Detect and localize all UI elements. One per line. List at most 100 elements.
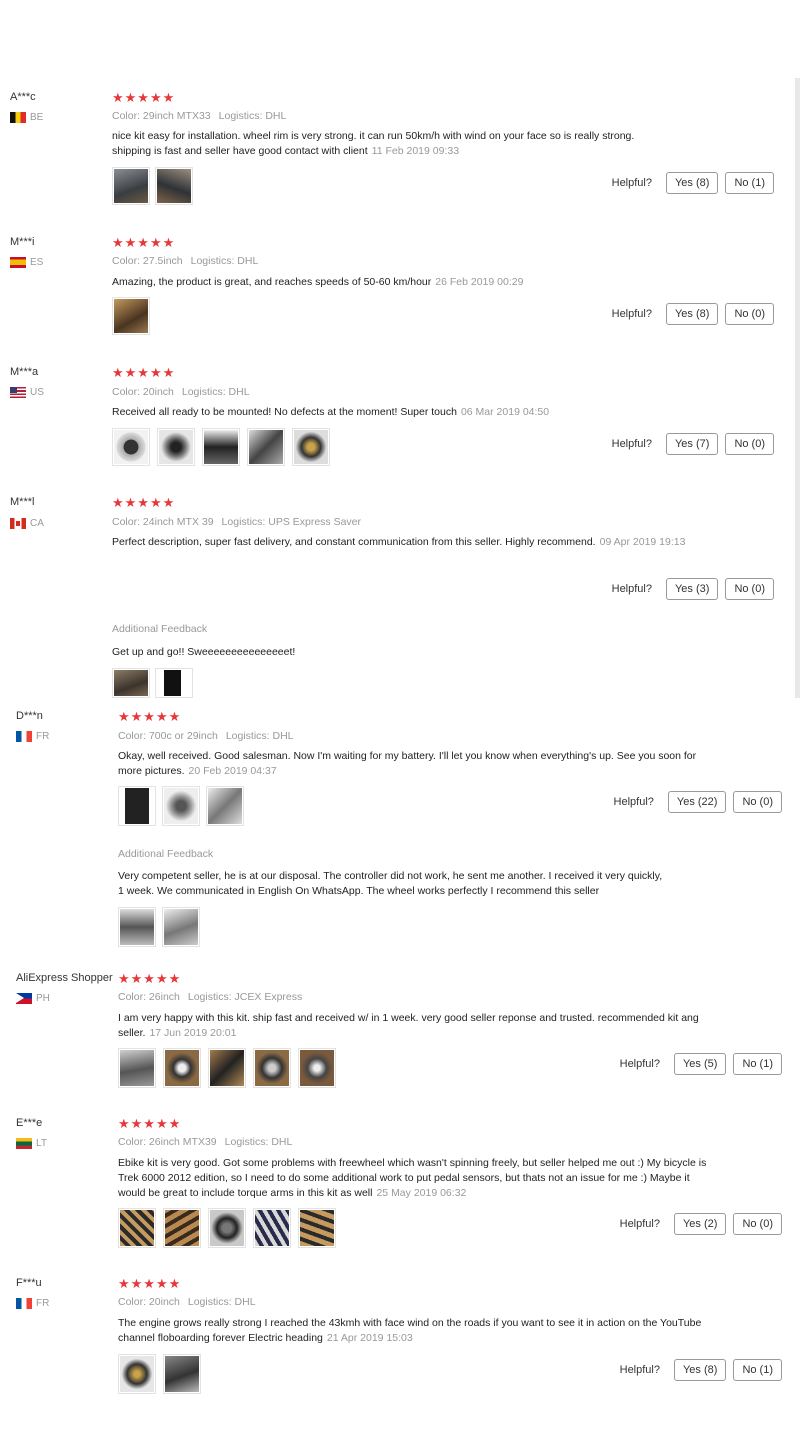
review-body: Amazing, the product is great, and reach… — [112, 276, 432, 288]
flag-us-icon — [10, 387, 26, 398]
color-variant: Color: 26inch — [118, 991, 180, 1003]
helpful-label: Helpful? — [611, 583, 652, 595]
reviewer-name: E***e — [16, 1117, 43, 1129]
review-photo[interactable] — [118, 1208, 156, 1248]
vote-no-button[interactable]: No (1) — [733, 1053, 782, 1075]
helpful-vote: Helpful? Yes (5) No (1) — [620, 1053, 782, 1075]
review-text: Okay, well received. Good salesman. Now … — [118, 749, 713, 779]
review-photo[interactable] — [292, 428, 330, 466]
review-photo[interactable] — [253, 1048, 291, 1088]
vote-yes-button[interactable]: Yes (2) — [673, 1213, 727, 1235]
country-code: CA — [30, 518, 44, 529]
country-code: ES — [30, 257, 44, 268]
reviewer-country: ES — [10, 257, 43, 268]
review-date: 11 Feb 2019 09:33 — [371, 145, 460, 157]
review-meta: Color: 27.5inch Logistics: DHL — [112, 255, 258, 267]
review-meta: Color: 700c or 29inch Logistics: DHL — [118, 730, 294, 742]
review-photo[interactable] — [208, 1048, 246, 1088]
additional-feedback-text: Get up and go!! Sweeeeeeeeeeeeeeet! — [112, 646, 296, 658]
color-variant: Color: 20inch — [112, 386, 174, 398]
star-rating: ★★★★★ — [118, 1276, 182, 1291]
logistics: Logistics: DHL — [190, 255, 259, 267]
helpful-label: Helpful? — [619, 1058, 660, 1070]
vote-yes-button[interactable]: Yes (8) — [673, 1359, 727, 1381]
logistics: Logistics: DHL — [218, 110, 287, 122]
review-photo[interactable] — [155, 167, 193, 205]
vote-no-button[interactable]: No (1) — [733, 1359, 782, 1381]
helpful-vote: Helpful? Yes (7) No (0) — [612, 433, 774, 455]
vote-yes-button[interactable]: Yes (5) — [673, 1053, 727, 1075]
vote-no-button[interactable]: No (0) — [725, 303, 774, 325]
vote-yes-button[interactable]: Yes (8) — [665, 172, 719, 194]
review-photos — [118, 1354, 201, 1394]
vote-no-button[interactable]: No (1) — [725, 172, 774, 194]
review-photo[interactable] — [155, 668, 193, 698]
vote-no-button[interactable]: No (0) — [725, 433, 774, 455]
vote-no-button[interactable]: No (0) — [733, 1213, 782, 1235]
helpful-label: Helpful? — [619, 1218, 660, 1230]
review-body: Received all ready to be mounted! No def… — [112, 406, 457, 418]
logistics: Logistics: JCEX Express — [187, 991, 303, 1003]
additional-photos — [112, 668, 193, 698]
vote-yes-button[interactable]: Yes (22) — [667, 791, 727, 813]
vote-yes-button[interactable]: Yes (3) — [665, 578, 719, 600]
review-date: 20 Feb 2019 04:37 — [188, 765, 277, 777]
review-photo[interactable] — [112, 167, 150, 205]
country-code: US — [30, 387, 44, 398]
reviewer-name: D***n — [16, 710, 43, 722]
review-photo[interactable] — [163, 1048, 201, 1088]
review-photo[interactable] — [247, 428, 285, 466]
review-text: Perfect description, super fast delivery… — [112, 535, 702, 550]
reviewer-name: M***a — [10, 366, 39, 378]
flag-fr-icon — [16, 1298, 32, 1309]
vote-no-button[interactable]: No (0) — [725, 578, 774, 600]
review-photo[interactable] — [206, 786, 244, 826]
review-photo[interactable] — [118, 1354, 156, 1394]
review-photo[interactable] — [208, 1208, 246, 1248]
helpful-vote: Helpful? Yes (2) No (0) — [620, 1213, 782, 1235]
review-photo[interactable] — [253, 1208, 291, 1248]
review-photo[interactable] — [162, 907, 200, 947]
color-variant: Color: 27.5inch — [112, 255, 183, 267]
star-rating: ★★★★★ — [112, 495, 176, 510]
additional-feedback-text: Very competent seller, he is at our disp… — [118, 870, 663, 897]
review-photo[interactable] — [118, 907, 156, 947]
reviewer-name: F***u — [16, 1277, 42, 1289]
reviewer-country: US — [10, 387, 44, 398]
review-photo[interactable] — [112, 297, 150, 335]
review-photo[interactable] — [298, 1208, 336, 1248]
country-code: FR — [36, 731, 50, 742]
review-photo[interactable] — [118, 786, 156, 826]
review-photo[interactable] — [118, 1048, 156, 1088]
color-variant: Color: 20inch — [118, 1296, 180, 1308]
flag-lt-icon — [16, 1138, 32, 1149]
review-photo[interactable] — [157, 428, 195, 466]
review-photo[interactable] — [202, 428, 240, 466]
review-meta: Color: 26inch MTX39 Logistics: DHL — [118, 1136, 292, 1148]
review-photo[interactable] — [163, 1208, 201, 1248]
review-meta: Color: 20inch Logistics: DHL — [112, 386, 250, 398]
review-text: Received all ready to be mounted! No def… — [112, 405, 712, 420]
star-rating: ★★★★★ — [118, 1116, 182, 1131]
logistics: Logistics: DHL — [224, 1136, 293, 1148]
helpful-label: Helpful? — [611, 308, 652, 320]
review-photo[interactable] — [298, 1048, 336, 1088]
review-photos — [118, 1048, 336, 1088]
star-rating: ★★★★★ — [112, 365, 176, 380]
page-scrollbar[interactable] — [795, 78, 800, 698]
review-photo[interactable] — [112, 668, 150, 698]
vote-yes-button[interactable]: Yes (8) — [665, 303, 719, 325]
vote-no-button[interactable]: No (0) — [733, 791, 782, 813]
review-photo[interactable] — [162, 786, 200, 826]
flag-fr-icon — [16, 731, 32, 742]
review-photo[interactable] — [163, 1354, 201, 1394]
reviewer-country: PH — [16, 993, 50, 1004]
logistics: Logistics: UPS Express Saver — [221, 516, 362, 528]
helpful-label: Helpful? — [611, 438, 652, 450]
review-date: 21 Apr 2019 15:03 — [326, 1332, 413, 1344]
additional-feedback-label: Additional Feedback — [112, 623, 208, 635]
review-photo[interactable] — [112, 428, 150, 466]
review-date: 09 Apr 2019 19:13 — [599, 536, 686, 548]
logistics: Logistics: DHL — [181, 386, 250, 398]
vote-yes-button[interactable]: Yes (7) — [665, 433, 719, 455]
